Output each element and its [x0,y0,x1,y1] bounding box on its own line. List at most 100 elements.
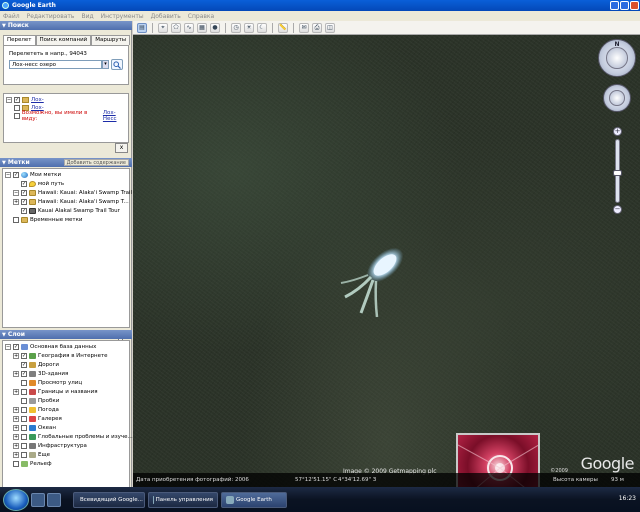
checkbox[interactable]: ✓ [13,344,19,350]
image-overlay-button[interactable]: ▦ [197,22,207,33]
quicklaunch-desktop-icon[interactable] [31,492,45,507]
menu-view[interactable]: Вид [81,13,93,20]
zoom-slider-thumb[interactable] [613,170,622,176]
layer-row[interactable]: + Галерея [13,415,62,423]
suggestion-link[interactable]: Лох-Несс [103,110,128,122]
checkbox[interactable] [21,443,27,449]
sunlight-button[interactable]: ☀ [244,22,254,33]
maximize-button[interactable] [620,1,629,10]
checkbox[interactable] [21,434,27,440]
checkbox[interactable] [21,425,27,431]
email-button[interactable]: ✉ [299,22,309,33]
tree-row[interactable]: ✓ Kauai Alakai Swamp Trail Tour [21,207,120,215]
move-navigation-ring[interactable] [603,84,631,112]
layer-row[interactable]: + Еще [13,451,50,459]
tree-row[interactable]: − ✓ Мои метки [5,171,61,179]
checkbox[interactable] [21,398,27,404]
tab-find-businesses[interactable]: Поиск компаний [35,35,92,45]
checkbox[interactable] [21,380,27,386]
zoom-out-button[interactable]: − [613,205,622,214]
layer-row[interactable]: + Границы и названия [13,388,98,396]
taskbar-item-google-earth[interactable]: Google Earth [221,491,287,508]
checkbox[interactable]: ✓ [21,208,27,214]
print-button[interactable]: ⎙ [312,22,322,33]
checkbox[interactable]: ✓ [21,199,27,205]
checkbox[interactable] [21,416,27,422]
satellite-map[interactable]: N + − Image © 2009 Getmapping plc ©2009 … [133,35,640,487]
layer-row[interactable]: + Глобальные проблемы и изуче... [13,433,133,441]
search-button[interactable] [111,59,123,70]
expander[interactable]: + [13,353,19,359]
search-header[interactable]: ▼ Поиск [0,21,132,30]
look-joystick[interactable] [606,47,628,69]
layer-row[interactable]: + ✓ 3D-здания [13,370,68,378]
view-in-maps-button[interactable]: ◫ [325,22,335,33]
tab-fly-to[interactable]: Перелет [3,35,36,45]
taskbar-item-control-panel[interactable]: Панель управления [148,491,218,508]
tree-row[interactable]: − ✓ Hawaii: Kauai: Alaka'i Swamp Trail [13,189,132,197]
quicklaunch-browser-icon[interactable] [47,492,61,507]
layer-row[interactable]: + ✓ География в Интернете [13,352,108,360]
sidebar-toggle-button[interactable]: ▤ [137,22,147,33]
checkbox[interactable]: ✓ [13,172,19,178]
start-button[interactable] [3,488,29,511]
checkbox[interactable]: ✓ [21,181,27,187]
ruler-button[interactable]: 📏 [278,22,288,33]
look-navigation-ring[interactable]: N [598,39,636,77]
expander[interactable]: + [13,452,19,458]
layer-row[interactable]: Пробки [13,397,59,405]
layer-row[interactable]: Рельеф [5,460,52,468]
add-placemark-button[interactable]: ⌖ [158,22,168,33]
expander[interactable]: + [13,407,19,413]
fly-to-input[interactable]: Лох-несс озеро [9,60,102,69]
layer-row[interactable]: + Инфраструктура [13,442,87,450]
expander[interactable]: + [13,416,19,422]
menu-add[interactable]: Добавить [151,13,181,20]
menu-edit[interactable]: Редактировать [27,13,75,20]
checkbox[interactable] [13,217,19,223]
zoom-in-button[interactable]: + [613,127,622,136]
layer-row[interactable]: Просмотр улиц [13,379,82,387]
checkbox[interactable]: ✓ [21,371,27,377]
historical-imagery-button[interactable]: ◷ [231,22,241,33]
layer-row[interactable]: ✓ Дороги [13,361,59,369]
layer-row[interactable]: + Погода [13,406,59,414]
expander[interactable]: − [5,344,11,350]
checkbox[interactable] [21,452,27,458]
clear-results-button[interactable]: x [115,143,128,153]
close-button[interactable] [630,1,639,10]
menu-tools[interactable]: Инструменты [101,13,144,20]
tree-row[interactable]: Временные метки [5,216,82,224]
expander[interactable]: + [13,434,19,440]
layers-header[interactable]: ▼ Слои [0,330,132,339]
tree-row[interactable]: ✓ мой путь [21,180,64,188]
checkbox[interactable]: ✓ [21,190,27,196]
add-polygon-button[interactable]: ⬠ [171,22,181,33]
list-item[interactable]: − ✓ Лох- [6,96,44,104]
move-joystick[interactable] [609,90,625,106]
expander[interactable]: − [13,190,19,196]
checkbox[interactable]: ✓ [21,353,27,359]
menu-help[interactable]: Справка [188,13,214,20]
layer-row[interactable]: + Океан [13,424,56,432]
add-content-button[interactable]: Добавить содержание [63,159,129,166]
menu-file[interactable]: Файл [3,13,20,20]
expander[interactable]: + [13,199,19,205]
expander[interactable]: − [6,97,12,103]
record-tour-button[interactable]: ● [210,22,220,33]
expander[interactable]: + [13,425,19,431]
sky-button[interactable]: ☾ [257,22,267,33]
checkbox[interactable] [21,407,27,413]
checkbox[interactable]: ✓ [14,97,20,103]
fly-to-dropdown[interactable]: ▾ [102,60,109,69]
result-link[interactable]: Лох- [31,97,44,103]
layer-row[interactable]: − ✓ Основная база данных [5,343,96,351]
expander[interactable]: + [13,389,19,395]
checkbox[interactable] [14,105,20,111]
minimize-button[interactable] [610,1,619,10]
tree-row[interactable]: + ✓ Hawaii: Kauai: Alaka'i Swamp T... [13,198,129,206]
tab-directions[interactable]: Маршруты [91,35,131,45]
checkbox[interactable] [21,389,27,395]
checkbox[interactable] [13,461,19,467]
expander[interactable]: + [13,443,19,449]
